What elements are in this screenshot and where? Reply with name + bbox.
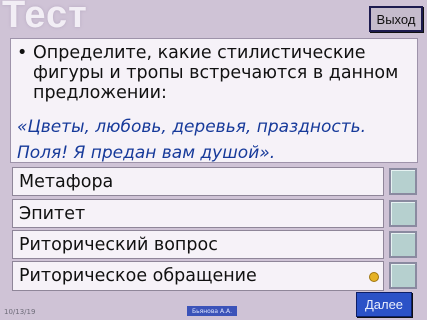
option-label: Риторическое обращение: [19, 266, 257, 286]
question-panel: • Определите, какие стилистические фигур…: [10, 38, 418, 163]
quote-line-2: Поля! Я предан вам душой».: [17, 143, 276, 163]
slide-date: 10/13/19: [4, 308, 36, 316]
option-rhetorical-question[interactable]: Риторический вопрос: [12, 230, 384, 259]
bullet-icon: •: [17, 43, 28, 63]
option-label: Риторический вопрос: [19, 234, 218, 255]
checkbox-epithet[interactable]: [389, 200, 417, 227]
checkbox-metaphor[interactable]: [389, 168, 417, 195]
exit-button[interactable]: Выход: [369, 6, 423, 32]
quote-line-1: «Цветы, любовь, деревья, праздность.: [17, 117, 367, 137]
author-badge: Бьянова А.А.: [187, 306, 237, 316]
option-epithet[interactable]: Эпитет: [12, 199, 384, 228]
option-label: Метафора: [19, 171, 114, 192]
indicator-dot-icon: [369, 272, 379, 282]
checkbox-rhetorical-address[interactable]: [389, 262, 417, 289]
question-text: Определите, какие стилистические фигуры …: [33, 43, 399, 103]
option-metaphor[interactable]: Метафора: [12, 167, 384, 196]
next-button[interactable]: Далее: [356, 292, 412, 317]
slide-title: Тест: [2, 0, 88, 36]
option-label: Эпитет: [19, 203, 86, 224]
question-text-block: • Определите, какие стилистические фигур…: [17, 43, 412, 103]
checkbox-rhetorical-question[interactable]: [389, 231, 417, 258]
option-rhetorical-address[interactable]: Риторическое обращение: [12, 261, 384, 291]
